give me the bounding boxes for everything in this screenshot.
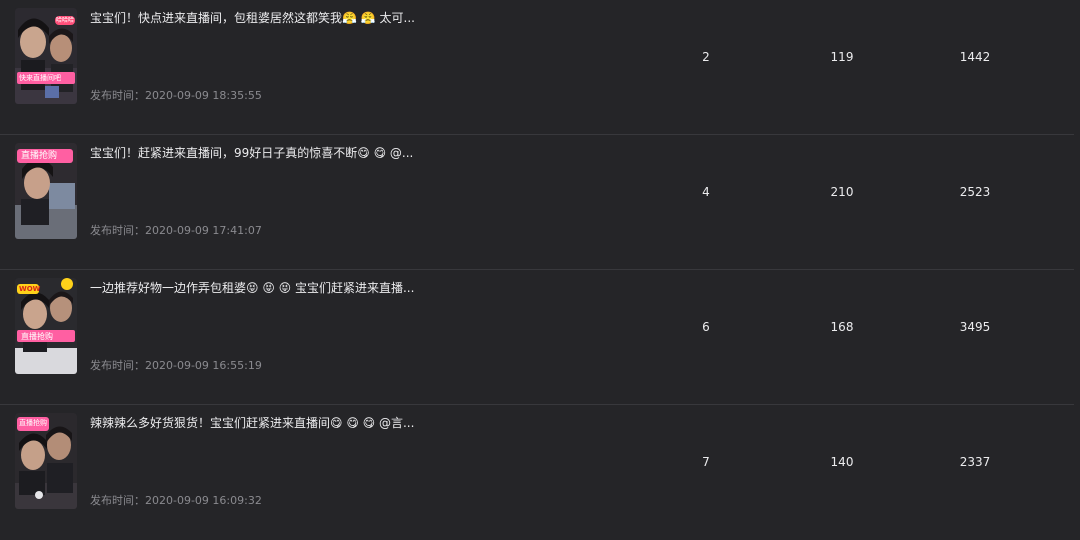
video-row[interactable]: 直播抢购 辣辣辣么多好货狠货！宝宝们赶紧进来直播间😋 😋 😋 @言... 发布时… — [0, 405, 1080, 540]
thumbnail-caption-bottom: 直播抢购 — [21, 332, 53, 341]
thumbnail-caption-bottom: 快来直播间吧 — [19, 74, 61, 82]
stat-col2: 210 — [830, 185, 854, 199]
video-row[interactable]: WOW 直播抢购 一边推荐好物一边作弄包租婆😝 😝 😝 宝宝们赶紧进来直播...… — [0, 270, 1080, 405]
stat-col2: 168 — [830, 320, 854, 334]
publish-time: 发布时间：2020-09-09 16:55:19 — [90, 359, 262, 373]
publish-time-value: 2020-09-09 16:09:32 — [145, 494, 262, 507]
stat-col2: 119 — [830, 50, 854, 64]
video-title[interactable]: 宝宝们！快点进来直播间，包租婆居然这都笑我😤 😤 太可... — [90, 10, 610, 26]
video-row[interactable]: 直播抢购 宝宝们！赶紧进来直播间，99好日子真的惊喜不断😋 😋 @... 发布时… — [0, 135, 1080, 270]
publish-time-value: 2020-09-09 16:55:19 — [145, 359, 262, 372]
stat-col1: 7 — [702, 455, 710, 469]
thumbnail-caption-top: 直播抢购 — [19, 419, 47, 427]
video-thumbnail[interactable]: WOW 直播抢购 — [15, 278, 77, 374]
stat-col3: 2523 — [959, 185, 991, 199]
video-thumbnail[interactable]: 哈哈哈 快来直播间吧 — [15, 8, 77, 104]
video-title[interactable]: 宝宝们！赶紧进来直播间，99好日子真的惊喜不断😋 😋 @... — [90, 145, 610, 161]
publish-time-value: 2020-09-09 18:35:55 — [145, 89, 262, 102]
video-title[interactable]: 一边推荐好物一边作弄包租婆😝 😝 😝 宝宝们赶紧进来直播... — [90, 280, 610, 296]
video-thumbnail[interactable]: 直播抢购 — [15, 413, 77, 509]
publish-time-label: 发布时间： — [90, 224, 145, 237]
stat-col1: 2 — [702, 50, 710, 64]
thumbnail-caption-top: WOW — [19, 285, 41, 293]
stat-col2: 140 — [830, 455, 854, 469]
publish-time: 发布时间：2020-09-09 18:35:55 — [90, 89, 262, 103]
video-thumbnail[interactable]: 直播抢购 — [15, 143, 77, 239]
thumbnail-caption-top: 直播抢购 — [21, 151, 58, 161]
publish-time-label: 发布时间： — [90, 89, 145, 102]
publish-time-label: 发布时间： — [90, 494, 145, 507]
stat-col3: 1442 — [959, 50, 991, 64]
video-title[interactable]: 辣辣辣么多好货狠货！宝宝们赶紧进来直播间😋 😋 😋 @言... — [90, 415, 610, 431]
stat-col3: 2337 — [959, 455, 991, 469]
publish-time: 发布时间：2020-09-09 17:41:07 — [90, 224, 262, 238]
video-list: 哈哈哈 快来直播间吧 宝宝们！快点进来直播间，包租婆居然这都笑我😤 😤 太可..… — [0, 0, 1080, 531]
video-row[interactable]: 哈哈哈 快来直播间吧 宝宝们！快点进来直播间，包租婆居然这都笑我😤 😤 太可..… — [0, 0, 1080, 135]
thumbnail-caption-top: 哈哈哈 — [56, 17, 75, 24]
stat-col1: 6 — [702, 320, 710, 334]
publish-time-value: 2020-09-09 17:41:07 — [145, 224, 262, 237]
stat-col3: 3495 — [959, 320, 991, 334]
stat-col1: 4 — [702, 185, 710, 199]
publish-time-label: 发布时间： — [90, 359, 145, 372]
publish-time: 发布时间：2020-09-09 16:09:32 — [90, 494, 262, 508]
